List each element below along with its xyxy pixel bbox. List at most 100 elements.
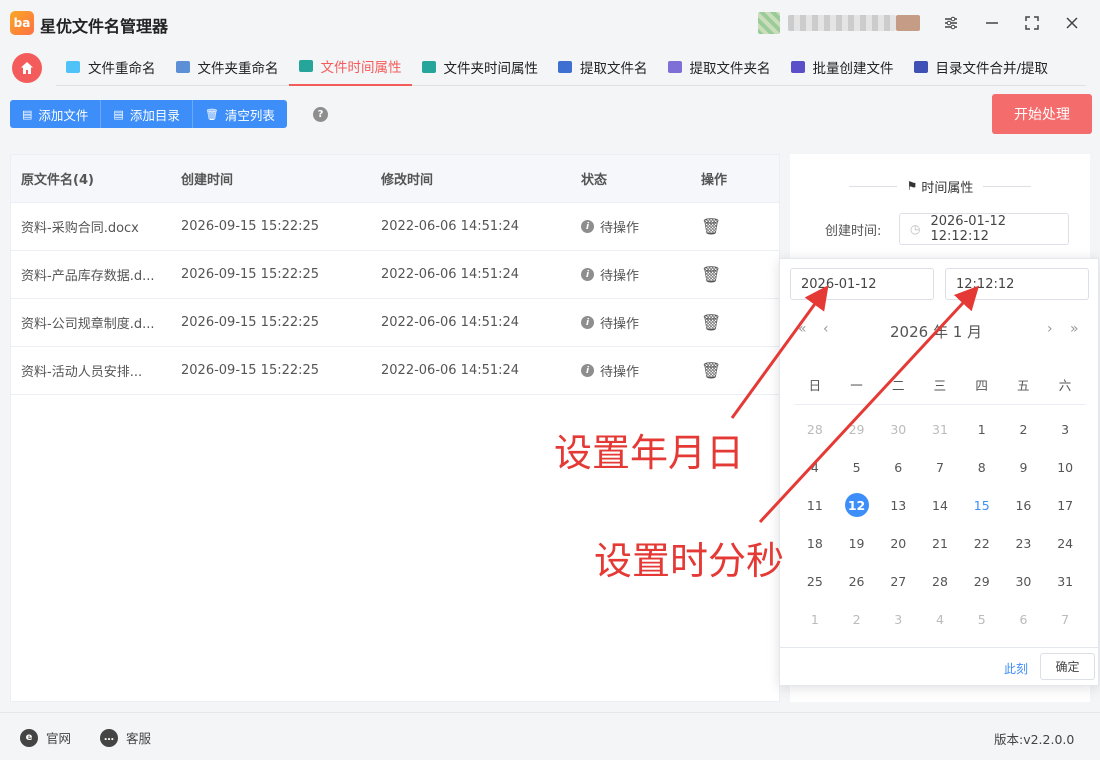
day-cell[interactable]: 4 <box>794 448 836 486</box>
day-cell[interactable]: 26 <box>836 562 878 600</box>
day-cell[interactable]: 6 <box>877 448 919 486</box>
next-year-icon[interactable]: » <box>1070 321 1079 337</box>
delete-icon[interactable]: 🗑 <box>701 361 721 380</box>
weekday-row: 日一二三四五六 <box>794 375 1086 405</box>
cell-created: 2026-09-15 15:22:25 <box>181 363 320 378</box>
day-cell[interactable]: 21 <box>919 524 961 562</box>
day-number: 13 <box>890 497 907 513</box>
day-cell[interactable]: 3 <box>877 600 919 638</box>
day-cell[interactable]: 1 <box>961 410 1003 448</box>
tab-icon <box>175 61 190 73</box>
day-number: 18 <box>806 535 823 551</box>
day-grid: 28 29 30 31 1 2 3 4 5 6 7 8 9 10 11 12 13 14 15 16 17 18 19 20 2… <box>794 410 1086 638</box>
help-icon[interactable]: ? <box>313 107 328 122</box>
maximize-icon[interactable] <box>1019 10 1045 36</box>
day-cell[interactable]: 25 <box>794 562 836 600</box>
day-cell[interactable]: 18 <box>794 524 836 562</box>
day-cell[interactable]: 7 <box>919 448 961 486</box>
now-link[interactable]: 此刻 <box>1004 660 1028 677</box>
day-cell[interactable]: 5 <box>836 448 878 486</box>
table-row[interactable]: 资料-产品库存数据.d... 2026-09-15 15:22:25 2022-06… <box>11 251 779 299</box>
day-cell[interactable]: 14 <box>919 486 961 524</box>
day-cell[interactable]: 13 <box>877 486 919 524</box>
day-number: 25 <box>806 573 823 589</box>
status-text: 待操作 <box>600 221 640 236</box>
day-cell[interactable]: 28 <box>794 410 836 448</box>
delete-icon[interactable]: 🗑 <box>701 265 721 284</box>
minimize-icon[interactable] <box>979 10 1005 36</box>
day-cell-selected[interactable]: 12 <box>836 486 878 524</box>
day-cell[interactable]: 30 <box>877 410 919 448</box>
day-cell[interactable]: 8 <box>961 448 1003 486</box>
table-row[interactable]: 资料-活动人员安排... 2026-09-15 15:22:25 2022-06-0… <box>11 347 779 395</box>
day-cell[interactable]: 31 <box>1044 562 1086 600</box>
day-cell[interactable]: 9 <box>1003 448 1045 486</box>
day-number: 30 <box>890 421 907 437</box>
day-cell[interactable]: 29 <box>836 410 878 448</box>
delete-icon[interactable]: 🗑 <box>701 313 721 332</box>
tab-2[interactable]: 文件时间属性 <box>288 48 412 86</box>
day-cell[interactable]: 15 <box>961 486 1003 524</box>
day-number: 3 <box>1061 421 1070 437</box>
weekday-label: 日 <box>808 378 822 393</box>
day-cell[interactable]: 4 <box>919 600 961 638</box>
table-row[interactable]: 资料-采购合同.docx 2026-09-15 15:22:25 2022-06-0… <box>11 203 779 251</box>
date-input[interactable]: 2026-01-12 <box>790 268 934 300</box>
day-number: 31 <box>932 421 948 437</box>
date-hint-annotation: 设置年月日 <box>554 431 745 475</box>
day-cell[interactable]: 20 <box>877 524 919 562</box>
day-cell[interactable]: 2 <box>836 600 878 638</box>
tab-7[interactable]: 目录文件合并/提取 <box>904 48 1059 86</box>
day-cell[interactable]: 1 <box>794 600 836 638</box>
website-link[interactable]: e 官网 <box>20 728 71 747</box>
time-input[interactable]: 12:12:12 <box>945 268 1089 300</box>
support-link[interactable]: … 客服 <box>100 728 151 747</box>
day-cell[interactable]: 16 <box>1003 486 1045 524</box>
tab-3[interactable]: 文件夹时间属性 <box>412 48 549 86</box>
day-cell[interactable]: 2 <box>1003 410 1045 448</box>
day-cell[interactable]: 11 <box>794 486 836 524</box>
day-number: 1 <box>977 421 986 437</box>
day-cell[interactable]: 30 <box>1003 562 1045 600</box>
day-cell[interactable]: 24 <box>1044 524 1086 562</box>
day-cell[interactable]: 22 <box>961 524 1003 562</box>
home-button[interactable] <box>12 53 42 83</box>
day-cell[interactable]: 6 <box>1003 600 1045 638</box>
table-row[interactable]: 资料-公司规章制度.d... 2026-09-15 15:22:25 2022-06… <box>11 299 779 347</box>
user-avatar[interactable] <box>758 12 780 34</box>
add-file-button[interactable]: ▤ 添加文件 <box>10 100 102 128</box>
day-cell[interactable]: 17 <box>1044 486 1086 524</box>
weekday-label: 五 <box>1017 378 1030 393</box>
day-cell[interactable]: 3 <box>1044 410 1086 448</box>
day-number: 6 <box>894 459 903 475</box>
prev-year-icon[interactable]: « <box>798 321 807 337</box>
prev-month-icon[interactable]: ‹ <box>823 321 829 337</box>
clear-list-button[interactable]: 🗑 清空列表 <box>192 100 287 128</box>
add-directory-button[interactable]: ▤ 添加目录 <box>101 100 193 128</box>
start-processing-button[interactable]: 开始处理 <box>992 94 1092 134</box>
day-cell[interactable]: 27 <box>877 562 919 600</box>
day-cell[interactable]: 7 <box>1044 600 1086 638</box>
picker-month-title: 2026 年 1 月 <box>890 323 983 341</box>
day-cell[interactable]: 5 <box>961 600 1003 638</box>
day-cell[interactable]: 10 <box>1044 448 1086 486</box>
settings-icon[interactable] <box>938 10 964 36</box>
day-cell[interactable]: 29 <box>961 562 1003 600</box>
day-cell[interactable]: 19 <box>836 524 878 562</box>
day-cell[interactable]: 31 <box>919 410 961 448</box>
tab-6[interactable]: 批量创建文件 <box>781 48 904 86</box>
day-cell[interactable]: 23 <box>1003 524 1045 562</box>
tab-1[interactable]: 文件夹重命名 <box>166 48 289 86</box>
confirm-button[interactable]: 确定 <box>1040 653 1095 680</box>
tab-0[interactable]: 文件重命名 <box>56 48 166 86</box>
day-number: 20 <box>890 535 907 551</box>
delete-icon[interactable]: 🗑 <box>701 217 721 236</box>
created-time-value: 2026-01-12 12:12:12 <box>930 214 1007 244</box>
day-cell[interactable]: 28 <box>919 562 961 600</box>
cell-action: 🗑 <box>691 361 771 380</box>
created-time-input[interactable]: ◷ 2026-01-12 12:12:12 <box>899 213 1069 245</box>
tab-4[interactable]: 提取文件名 <box>548 48 658 86</box>
next-month-icon[interactable]: › <box>1047 321 1053 337</box>
tab-5[interactable]: 提取文件夹名 <box>658 48 781 86</box>
close-icon[interactable] <box>1059 10 1085 36</box>
